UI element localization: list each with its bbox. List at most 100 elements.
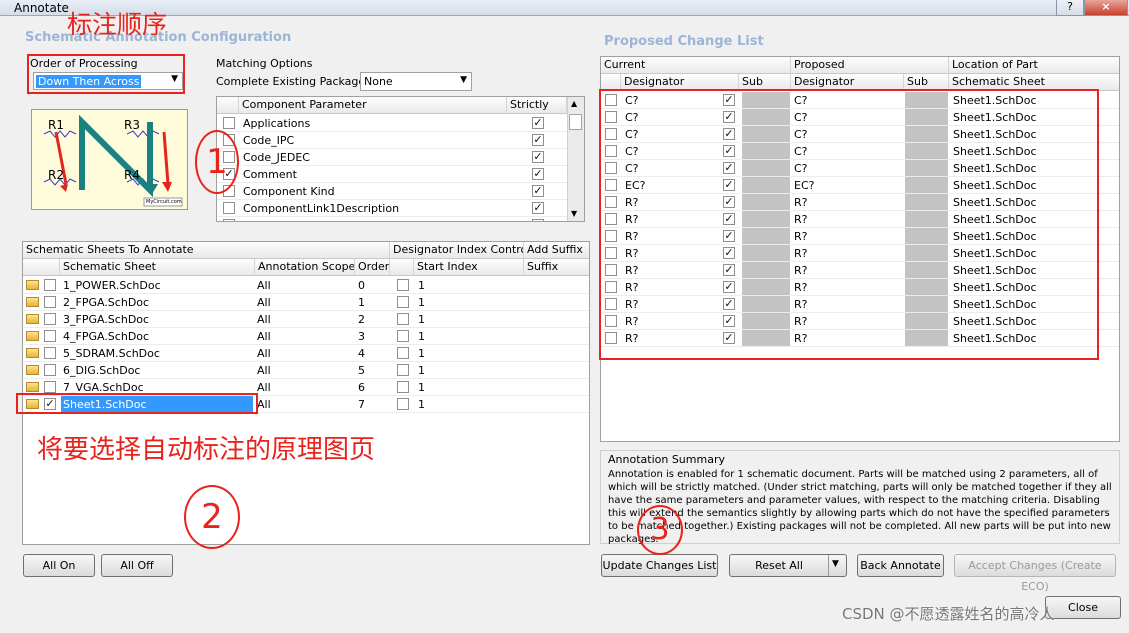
param-strictly-checkbox[interactable] — [532, 168, 544, 180]
param-row[interactable]: Component Kind — [217, 183, 567, 200]
sheet-start-index[interactable]: 1 — [418, 362, 518, 379]
param-strictly-checkbox[interactable] — [532, 117, 544, 129]
sheet-checkbox[interactable] — [44, 330, 56, 342]
start-index-checkbox[interactable] — [397, 313, 409, 325]
param-row[interactable]: Applications — [217, 115, 567, 132]
sheet-row[interactable]: 1_POWER.SchDoc All 0 1 — [23, 277, 589, 294]
param-row[interactable]: ComponentLink1URL — [217, 217, 567, 221]
sheet-order: 1 — [358, 296, 365, 309]
sheet-scope[interactable]: All — [257, 328, 353, 345]
params-header-strictly[interactable]: Strictly — [507, 97, 567, 114]
param-strictly-checkbox[interactable] — [532, 202, 544, 214]
param-row[interactable]: Comment — [217, 166, 567, 183]
start-index-checkbox[interactable] — [397, 296, 409, 308]
sheet-name: 4_FPGA.SchDoc — [63, 330, 150, 343]
param-checkbox[interactable] — [223, 219, 235, 221]
chevron-down-icon: ▼ — [460, 75, 467, 85]
sheet-row[interactable]: 6_DIG.SchDoc All 5 1 — [23, 362, 589, 379]
window-close-button[interactable]: × — [1084, 0, 1128, 16]
params-scrollbar[interactable]: ▲ ▼ — [567, 97, 584, 221]
circle-number-2: 2 — [184, 485, 240, 549]
reset-all-button[interactable]: Reset All — [729, 554, 847, 577]
param-strictly-checkbox[interactable] — [532, 134, 544, 146]
param-checkbox[interactable] — [223, 202, 235, 214]
accept-changes-button[interactable]: Accept Changes (Create ECO) — [954, 554, 1116, 593]
changes-highlight-box — [599, 89, 1099, 360]
sheet-start-index[interactable]: 1 — [418, 379, 518, 396]
sheet-checkbox[interactable] — [44, 364, 56, 376]
start-index-checkbox[interactable] — [397, 279, 409, 291]
sheet-scope[interactable]: All — [257, 345, 353, 362]
update-changes-button[interactable]: Update Changes List — [601, 554, 718, 577]
param-name: Component Kind — [243, 185, 335, 198]
sheet-document-icon — [26, 382, 39, 392]
sheet-document-icon — [26, 297, 39, 307]
param-row[interactable]: Code_IPC — [217, 132, 567, 149]
param-name: Code_IPC — [243, 134, 295, 147]
start-index-checkbox[interactable] — [397, 398, 409, 410]
all-off-button[interactable]: All Off — [101, 554, 173, 577]
back-annotate-button[interactable]: Back Annotate — [857, 554, 944, 577]
diagram-r2: R2 — [48, 168, 64, 182]
chevron-down-icon[interactable]: ▼ — [832, 559, 839, 569]
scroll-up-icon[interactable]: ▲ — [571, 99, 577, 108]
sheet-row[interactable]: 5_SDRAM.SchDoc All 4 1 — [23, 345, 589, 362]
param-checkbox[interactable] — [223, 117, 235, 129]
sheet-scope[interactable]: All — [257, 294, 353, 311]
close-button[interactable]: Close — [1045, 596, 1121, 619]
sheet-row[interactable]: 3_FPGA.SchDoc All 2 1 — [23, 311, 589, 328]
col-annotation-scope[interactable]: Annotation Scope — [255, 259, 355, 276]
sheet-checkbox[interactable] — [44, 313, 56, 325]
diagram-r1: R1 — [48, 118, 64, 132]
sheet-row[interactable]: 4_FPGA.SchDoc All 3 1 — [23, 328, 589, 345]
start-index-checkbox[interactable] — [397, 364, 409, 376]
sheet-order: 6 — [358, 381, 365, 394]
help-button[interactable]: ? — [1056, 0, 1084, 16]
params-header-name[interactable]: Component Parameter — [239, 97, 507, 114]
sheet-row[interactable]: 2_FPGA.SchDoc All 1 1 — [23, 294, 589, 311]
all-on-button[interactable]: All On — [23, 554, 95, 577]
sheet-scope[interactable]: All — [257, 379, 353, 396]
sheet-start-index[interactable]: 1 — [418, 294, 518, 311]
sheet-start-index[interactable]: 1 — [418, 345, 518, 362]
param-strictly-checkbox[interactable] — [532, 185, 544, 197]
scroll-down-icon[interactable]: ▼ — [571, 209, 577, 218]
sheet-start-index[interactable]: 1 — [418, 396, 518, 413]
scroll-thumb[interactable] — [569, 114, 582, 130]
start-index-checkbox[interactable] — [397, 330, 409, 342]
sheet-scope[interactable]: All — [257, 277, 353, 294]
col-suffix[interactable]: Suffix — [524, 259, 589, 276]
sheet-start-index[interactable]: 1 — [418, 328, 518, 345]
param-row[interactable]: Code_JEDEC — [217, 149, 567, 166]
sheet-name: 2_FPGA.SchDoc — [63, 296, 150, 309]
start-index-checkbox[interactable] — [397, 381, 409, 393]
watermark: CSDN @不愿透露姓名的高冷人 — [842, 605, 1055, 623]
sheet-name: 6_DIG.SchDoc — [63, 364, 141, 377]
param-strictly-checkbox[interactable] — [532, 151, 544, 163]
sheet-checkbox[interactable] — [44, 381, 56, 393]
diagram-r3: R3 — [124, 118, 140, 132]
col-start-index[interactable]: Start Index — [414, 259, 524, 276]
start-index-checkbox[interactable] — [397, 347, 409, 359]
change-list-title: Proposed Change List — [604, 34, 764, 49]
sheet-name: 5_SDRAM.SchDoc — [63, 347, 160, 360]
sheet-start-index[interactable]: 1 — [418, 311, 518, 328]
complete-dropdown[interactable]: None ▼ — [360, 72, 472, 91]
order-highlight-box — [27, 54, 185, 94]
sheet-checkbox[interactable] — [44, 279, 56, 291]
sheet-scope[interactable]: All — [257, 396, 353, 413]
param-name: ComponentLink1URL — [243, 217, 507, 221]
param-row[interactable]: ComponentLink1Description — [217, 200, 567, 217]
sheet-checkbox[interactable] — [44, 347, 56, 359]
sheet-scope[interactable]: All — [257, 311, 353, 328]
sheet-document-icon — [26, 314, 39, 324]
order-diagram: R1 R2 R3 R4 MyCircuit.com — [31, 109, 188, 210]
window-title: Annotate — [14, 1, 69, 15]
col-schematic-sheet[interactable]: Schematic Sheet — [60, 259, 255, 276]
param-strictly-checkbox[interactable] — [532, 219, 544, 221]
col-order[interactable]: Order — [355, 259, 390, 276]
sheet-start-index[interactable]: 1 — [418, 277, 518, 294]
sheet-checkbox[interactable] — [44, 296, 56, 308]
sheet-document-icon — [26, 280, 39, 290]
sheet-scope[interactable]: All — [257, 362, 353, 379]
